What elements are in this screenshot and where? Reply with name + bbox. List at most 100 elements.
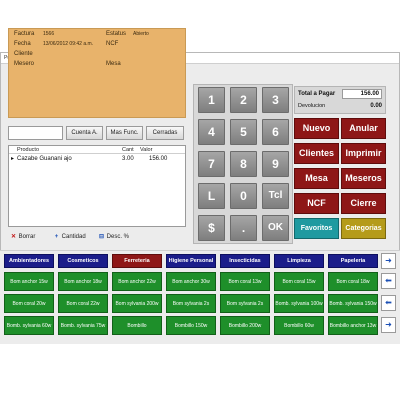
products-left-button[interactable]: ⬅ — [381, 295, 396, 311]
factura-label: Factura — [14, 31, 35, 37]
total-value: 156.00 — [342, 89, 382, 99]
borrar-label: Borrar — [18, 234, 36, 240]
arrow-left-icon: ⬅ — [385, 276, 392, 285]
products-next-button[interactable]: ➜ — [381, 317, 396, 333]
key-dollar[interactable]: $ — [198, 215, 225, 241]
anular-button[interactable]: Anular — [341, 118, 386, 139]
product-button[interactable]: Bombillo 60w — [274, 316, 324, 335]
numpad: 1 2 3 4 5 6 7 8 9 L 0 Tcl $ . OK — [193, 84, 293, 244]
mesero-label: Mesero — [14, 61, 35, 67]
item-action-bar: ✕ Borrar + Cantidad ⊟ Desc. % — [8, 230, 186, 244]
mas-func-button[interactable]: Mas Func. — [106, 126, 143, 140]
cerradas-button[interactable]: Cerradas — [146, 126, 184, 140]
table-row[interactable]: ▸ Cazabe Guanani ajo 3.00 156.00 — [9, 155, 185, 163]
product-button[interactable]: Bombillo 150w — [166, 316, 216, 335]
fecha-label: Fecha — [14, 41, 31, 47]
mesa-label: Mesa — [106, 61, 121, 67]
product-button[interactable]: Bom sylvania 200w — [112, 294, 162, 313]
key-5[interactable]: 5 — [230, 119, 257, 145]
key-7[interactable]: 7 — [198, 151, 225, 177]
key-9[interactable]: 9 — [262, 151, 289, 177]
arrow-right-icon: ➜ — [385, 320, 392, 329]
desc-button[interactable]: ⊟ Desc. % — [98, 230, 129, 244]
category-limpieza[interactable]: Limpieza — [274, 254, 324, 268]
arrow-right-icon: ➜ — [385, 256, 392, 265]
category-insecticidas[interactable]: Insecticidas — [220, 254, 270, 268]
key-ok[interactable]: OK — [262, 215, 289, 241]
producto-header: Producto — [17, 147, 40, 153]
borrar-button[interactable]: ✕ Borrar — [10, 230, 35, 244]
product-button[interactable]: Bomb. sylvania 75w — [58, 316, 108, 335]
row-producto: Cazabe Guanani ajo — [17, 156, 72, 162]
devolucion-label: Devolucion — [298, 103, 326, 109]
ncf-button[interactable]: NCF — [294, 193, 339, 214]
delete-x-icon: ✕ — [10, 234, 17, 240]
cant-header: Cant — [122, 147, 134, 153]
cuenta-button[interactable]: Cuenta A. — [66, 126, 103, 140]
valor-header: Valor — [140, 147, 153, 153]
totals-panel: Total a Pagar 156.00 Devolucion 0.00 — [294, 86, 386, 114]
factura-value: 1566 — [43, 31, 55, 37]
estatus-value: Abierto — [133, 31, 149, 37]
clientes-button[interactable]: Clientes — [294, 143, 339, 164]
product-button[interactable]: Bom anchor 30w — [166, 272, 216, 291]
key-2[interactable]: 2 — [230, 87, 257, 113]
category-higiene-personal[interactable]: Higiene Personal — [166, 254, 216, 268]
arrow-left-icon: ⬅ — [385, 298, 392, 307]
category-ferreteria[interactable]: Ferreteria — [112, 254, 162, 268]
category-next-button[interactable]: ➜ — [381, 253, 396, 269]
key-1[interactable]: 1 — [198, 87, 225, 113]
cantidad-label: Cantidad — [61, 234, 86, 240]
fecha-value: 13/06/2012 09:42 a.m. — [43, 41, 94, 47]
key-l[interactable]: L — [198, 183, 225, 209]
product-button[interactable]: Bom coral 15w — [274, 272, 324, 291]
discount-icon: ⊟ — [98, 234, 105, 240]
products-prev-button[interactable]: ⬅ — [381, 273, 396, 289]
cierre-button[interactable]: Cierre — [341, 193, 386, 214]
product-button[interactable]: Bomb. sylvania 150w — [328, 294, 378, 313]
key-3[interactable]: 3 — [262, 87, 289, 113]
product-button[interactable]: Bombillo 200w — [220, 316, 270, 335]
key-dot[interactable]: . — [230, 215, 257, 241]
category-cosmeticos[interactable]: Cosmeticos — [58, 254, 108, 268]
product-button[interactable]: Bomb. sylvania 60w — [4, 316, 54, 335]
category-papeleria[interactable]: Papeleria — [328, 254, 378, 268]
nuevo-button[interactable]: Nuevo — [294, 118, 339, 139]
imprimir-button[interactable]: Imprimir — [341, 143, 386, 164]
cantidad-button[interactable]: + Cantidad — [53, 230, 86, 244]
key-tcl[interactable]: Tcl — [262, 183, 289, 209]
row-cant: 3.00 — [122, 156, 134, 162]
key-0[interactable]: 0 — [230, 183, 257, 209]
catalog-panel: Ambientadores Cosmeticos Ferreteria Higi… — [0, 250, 400, 344]
favoritos-button[interactable]: Favoritos — [294, 218, 339, 239]
product-button[interactable]: Bom anchor 22w — [112, 272, 162, 291]
product-button[interactable]: Bomb. sylvania 100w — [274, 294, 324, 313]
cliente-label: Cliente — [14, 51, 33, 57]
product-button[interactable]: Bom anchor 18w — [58, 272, 108, 291]
estatus-label: Estatus — [106, 31, 127, 37]
devolucion-value: 0.00 — [370, 103, 382, 109]
mesa-button[interactable]: Mesa — [294, 168, 339, 189]
order-info-panel: Factura 1566 Estatus Abierto Fecha 13/06… — [8, 28, 186, 118]
key-6[interactable]: 6 — [262, 119, 289, 145]
key-8[interactable]: 8 — [230, 151, 257, 177]
product-button[interactable]: Bom sylvania 2s — [220, 294, 270, 313]
search-input[interactable] — [8, 126, 63, 140]
items-table[interactable]: Producto Cant Valor ▸ Cazabe Guanani ajo… — [8, 145, 186, 227]
product-button[interactable]: Bombillo anchor 13w — [328, 316, 378, 335]
product-button[interactable]: Bom coral 22w — [58, 294, 108, 313]
product-button[interactable]: Bom coral 18w — [328, 272, 378, 291]
plus-icon: + — [54, 234, 59, 240]
product-button[interactable]: Bom anchor 15w — [4, 272, 54, 291]
meseros-button[interactable]: Meseros — [341, 168, 386, 189]
desc-label: Desc. % — [106, 234, 130, 240]
categorias-button[interactable]: Categorias — [341, 218, 386, 239]
total-label: Total a Pagar — [298, 91, 336, 97]
key-4[interactable]: 4 — [198, 119, 225, 145]
table-header: Producto Cant Valor — [9, 146, 185, 154]
product-button[interactable]: Bombillo — [112, 316, 162, 335]
category-ambientadores[interactable]: Ambientadores — [4, 254, 54, 268]
product-button[interactable]: Bom coral 20w — [4, 294, 54, 313]
product-button[interactable]: Bom sylvania 2s — [166, 294, 216, 313]
product-button[interactable]: Bom coral 13w — [220, 272, 270, 291]
